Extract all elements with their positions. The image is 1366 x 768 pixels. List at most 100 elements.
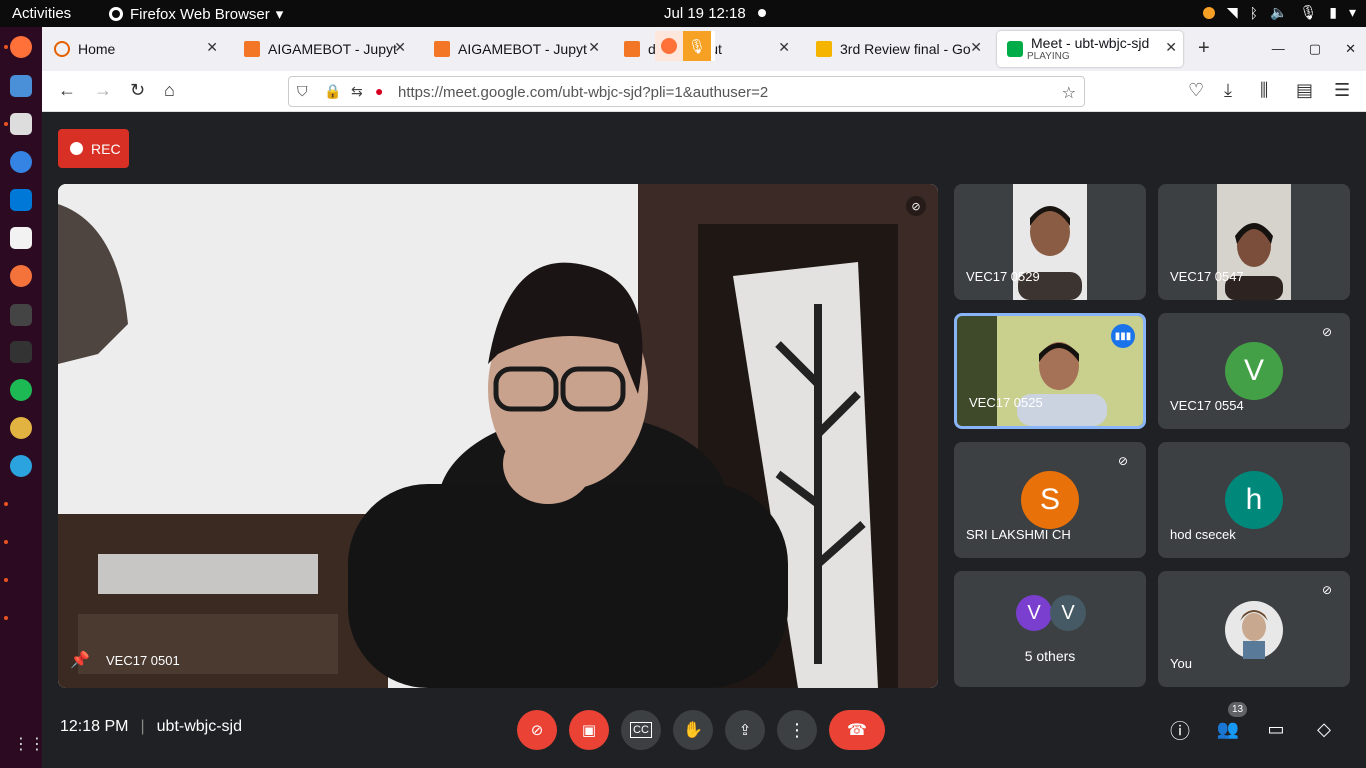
captions-button[interactable]: CC	[621, 710, 661, 750]
vscode-dock-icon[interactable]	[10, 189, 32, 211]
participant-tile[interactable]: S ⊘ SRI LAKSHMI CH	[954, 442, 1146, 558]
new-tab-button[interactable]: +	[1198, 37, 1210, 60]
info-icon: ⓘ	[1170, 720, 1190, 743]
window-controls: — ▢ ✕	[1272, 41, 1356, 57]
volume-icon: 🔈	[1270, 4, 1288, 20]
chrome-dock-icon[interactable]	[10, 417, 32, 439]
chat-icon: ▭	[1267, 718, 1285, 739]
bookmark-star-icon[interactable]: ☆	[1062, 83, 1076, 103]
terminal-dock-icon[interactable]	[10, 341, 32, 363]
captions-icon: CC	[630, 722, 652, 738]
participant-tile[interactable]: VEC17 0529	[954, 184, 1146, 300]
navigation-toolbar: ← → ↻ ⌂ ⛉ 🔒 ⇆ ● https://meet.google.com/…	[42, 71, 1366, 112]
participant-tile[interactable]: VEC17 0547	[1158, 184, 1350, 300]
sharing-indicator[interactable]: 🎙	[655, 31, 715, 61]
notification-dot	[758, 9, 766, 17]
firefox-icon	[655, 31, 683, 61]
maximize-icon[interactable]: ▢	[1309, 41, 1321, 57]
telegram-dock-icon[interactable]	[10, 455, 32, 477]
tab-jupyter-1[interactable]: AIGAMEBOT - Jupyt ✕	[234, 31, 412, 67]
participant-tile[interactable]: h hod csecek	[1158, 442, 1350, 558]
running-indicator	[4, 45, 8, 49]
close-icon[interactable]: ✕	[1165, 39, 1177, 56]
present-button[interactable]: ⇪	[725, 710, 765, 750]
tab-home[interactable]: Home ✕	[44, 31, 224, 67]
participant-name: VEC17 0525	[969, 395, 1043, 410]
microphone-toggle-button[interactable]: ⊘	[517, 710, 557, 750]
tab-playing-status: PLAYING	[1027, 51, 1070, 62]
more-options-button[interactable]: ⋮	[777, 710, 817, 750]
home-icon[interactable]: ⌂	[164, 80, 175, 101]
camera-toggle-button[interactable]: ▣	[569, 710, 609, 750]
pocket-icon[interactable]: ♡	[1188, 80, 1204, 101]
spotify-dock-icon[interactable]	[10, 379, 32, 401]
pin-icon[interactable]: 📌	[70, 650, 90, 670]
close-icon[interactable]: ✕	[778, 39, 790, 56]
permissions-icon[interactable]: ⇆	[351, 83, 363, 100]
firefox-dock-icon[interactable]	[10, 36, 32, 58]
url-bar[interactable]: ⛉ 🔒 ⇆ ● https://meet.google.com/ubt-wbjc…	[288, 76, 1085, 107]
back-icon[interactable]: ←	[58, 80, 76, 101]
participant-name: VEC17 0547	[1170, 269, 1244, 284]
url-text[interactable]: https://meet.google.com/ubt-wbjc-sjd?pli…	[398, 84, 768, 101]
self-tile[interactable]: ⊘ You	[1158, 571, 1350, 687]
app-menu[interactable]: Firefox Web Browser ▾	[108, 5, 283, 23]
battery-icon: ▮	[1329, 4, 1337, 20]
leave-call-button[interactable]: ☎	[829, 710, 885, 750]
end-call-icon: ☎	[847, 722, 867, 739]
meet-icon	[1007, 41, 1023, 57]
activities-button[interactable]: Activities	[12, 5, 71, 22]
camera-dock-icon[interactable]	[10, 75, 32, 97]
more-vert-icon: ⋮	[788, 719, 806, 740]
close-icon[interactable]: ✕	[970, 39, 982, 56]
shield-icon[interactable]: ⛉	[297, 83, 308, 100]
chat-button[interactable]: ▭	[1263, 716, 1289, 742]
close-icon[interactable]: ✕	[588, 39, 600, 56]
system-monitor-dock-icon[interactable]	[10, 304, 32, 326]
close-window-icon[interactable]: ✕	[1345, 41, 1356, 57]
safari-dock-icon[interactable]	[10, 265, 32, 287]
muted-mic-icon: ⊘	[906, 196, 926, 216]
help-dock-icon[interactable]	[10, 151, 32, 173]
tab-meet[interactable]: Meet - ubt-wbjc-sjd PLAYING ✕	[997, 31, 1183, 67]
participant-tile[interactable]: ▮▮▮ VEC17 0525	[954, 313, 1146, 429]
reload-icon[interactable]: ↻	[130, 80, 145, 101]
close-icon[interactable]: ✕	[394, 39, 406, 56]
control-bar: 12:18 PM | ubt-wbjc-sjd ⊘ ▣ CC ✋ ⇪ ⋮ ☎ ⓘ 👥…	[42, 688, 1366, 768]
menu-icon[interactable]: ☰	[1334, 80, 1350, 101]
forward-icon[interactable]: →	[94, 80, 112, 101]
recording-indicator[interactable]: REC	[58, 129, 129, 168]
people-button[interactable]: 👥 13	[1215, 702, 1248, 742]
meeting-details-button[interactable]: ⓘ	[1167, 716, 1193, 743]
files-dock-icon[interactable]	[10, 113, 32, 135]
close-icon[interactable]: ✕	[206, 39, 218, 56]
sidebar-icon[interactable]: ▤	[1296, 80, 1313, 101]
library-icon[interactable]: ⫼	[1260, 80, 1268, 101]
avatar	[1225, 601, 1283, 659]
others-tile[interactable]: V V 5 others	[954, 571, 1146, 687]
tab-bar: Home ✕ AIGAMEBOT - Jupyt ✕ AIGAMEBOT - J…	[42, 27, 1366, 71]
microphone-icon: 🎙	[1299, 4, 1318, 20]
speaking-indicator-icon: ▮▮▮	[1111, 324, 1135, 348]
downloads-icon[interactable]: ⤓	[1224, 80, 1232, 101]
lock-icon[interactable]: 🔒	[324, 83, 341, 100]
clock[interactable]: Jul 19 12:18	[664, 5, 746, 22]
microphone-icon[interactable]: ●	[375, 83, 383, 99]
rec-label: REC	[91, 140, 121, 157]
participant-name: hod csecek	[1170, 527, 1236, 542]
raise-hand-button[interactable]: ✋	[673, 710, 713, 750]
main-video-tile[interactable]: ⊘ 📌 VEC17 0501	[58, 184, 938, 688]
activities-button[interactable]: ◇	[1311, 716, 1337, 742]
avatar: V	[1225, 342, 1283, 400]
camera-off-icon: ▣	[581, 722, 597, 739]
tab-breakout[interactable]: d _breakout ✕ 🎙	[614, 31, 796, 67]
meeting-code[interactable]: ubt-wbjc-sjd	[157, 718, 242, 735]
minimize-icon[interactable]: —	[1272, 41, 1285, 57]
tab-review[interactable]: 3rd Review final - Go ✕	[806, 31, 988, 67]
text-editor-dock-icon[interactable]	[10, 227, 32, 249]
activities-icon: ◇	[1317, 718, 1331, 739]
tab-jupyter-2[interactable]: AIGAMEBOT - Jupyt ✕	[424, 31, 606, 67]
system-tray[interactable]: ◥ ᛒ 🔈 🎙 ▮ ▾	[1202, 4, 1356, 21]
record-dot-icon	[70, 142, 83, 155]
participant-tile[interactable]: V ⊘ VEC17 0554	[1158, 313, 1350, 429]
